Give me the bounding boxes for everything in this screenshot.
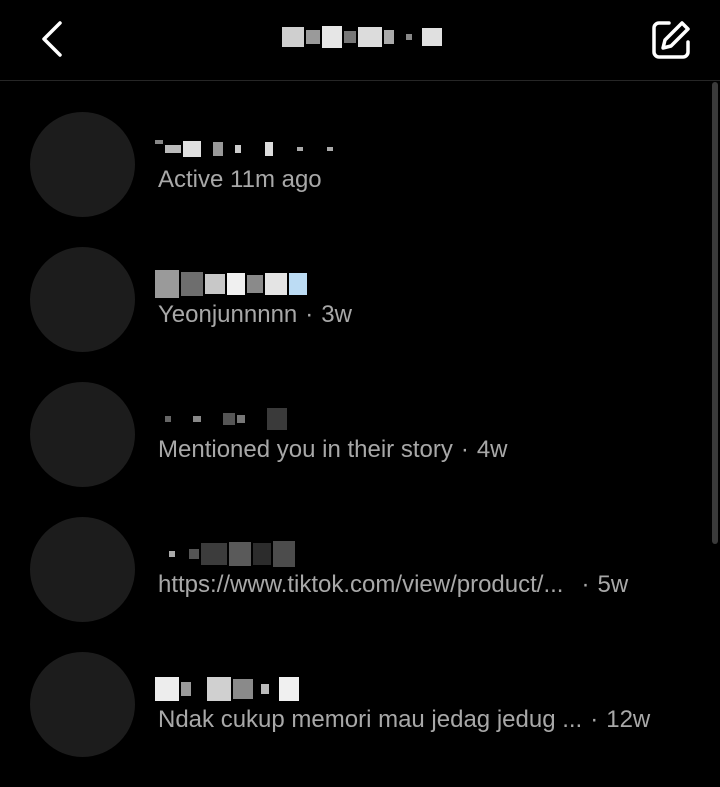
- thread-name: [155, 269, 307, 299]
- avatar: [30, 382, 135, 487]
- chevron-left-icon: [42, 21, 62, 57]
- thread-time: 5w: [597, 571, 629, 598]
- thread-item[interactable]: Mentioned you in their story · 4w: [0, 352, 720, 487]
- back-button[interactable]: [28, 14, 78, 64]
- avatar: [30, 247, 135, 352]
- thread-name: [155, 539, 295, 569]
- thread-preview: Mentioned you in their story · 4w: [158, 436, 508, 463]
- compose-button[interactable]: [644, 13, 698, 67]
- separator-dot: ·: [460, 436, 469, 463]
- avatar: [30, 112, 135, 217]
- compose-icon: [652, 21, 690, 59]
- thread-preview: Active 11m ago: [158, 166, 322, 193]
- thread-time: 12w: [606, 706, 651, 733]
- account-username[interactable]: [282, 24, 442, 50]
- avatar: [30, 517, 135, 622]
- thread-preview: https://www.tiktok.com/view/product/... …: [158, 571, 629, 598]
- thread-preview: Ndak cukup memori mau jedag jedug ... · …: [158, 706, 651, 733]
- separator-dot: ·: [305, 301, 314, 328]
- thread-time: 4w: [476, 436, 508, 463]
- thread-item[interactable]: Ndak cukup memori mau jedag jedug ... · …: [0, 622, 720, 757]
- thread-name: [155, 404, 287, 434]
- thread-item[interactable]: Active 11m ago: [0, 82, 720, 217]
- thread-name: [155, 674, 299, 704]
- thread-name: [155, 134, 333, 164]
- thread-item[interactable]: https://www.tiktok.com/view/product/... …: [0, 487, 720, 622]
- separator-dot: ·: [581, 571, 590, 598]
- separator-dot: ·: [590, 706, 599, 733]
- scrollbar[interactable]: [712, 82, 718, 544]
- avatar: [30, 652, 135, 757]
- thread-time: 3w: [321, 301, 352, 328]
- thread-preview: Yeonjunnnnn · 3w: [158, 301, 352, 328]
- thread-item[interactable]: Yeonjunnnnn · 3w: [0, 217, 720, 352]
- message-thread-list: Active 11m ago Yeonjunnnnn · 3w Mentione…: [0, 82, 720, 757]
- header-bar: [0, 0, 720, 81]
